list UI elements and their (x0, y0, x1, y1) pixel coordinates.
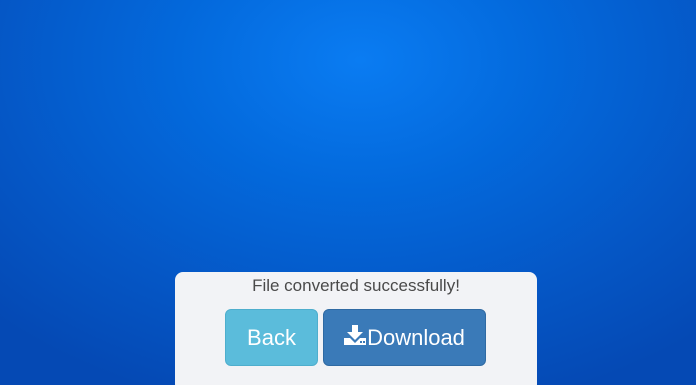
success-message: File converted successfully! (252, 276, 460, 295)
download-button-label: Download (367, 324, 465, 350)
back-button[interactable]: Back (225, 309, 318, 366)
conversion-result-panel: File converted successfully! Back Downlo… (175, 272, 537, 385)
back-button-label: Back (247, 324, 296, 350)
download-icon (344, 324, 367, 345)
download-button[interactable]: Download (323, 309, 486, 366)
background: File converted successfully! Back Downlo… (0, 0, 696, 385)
